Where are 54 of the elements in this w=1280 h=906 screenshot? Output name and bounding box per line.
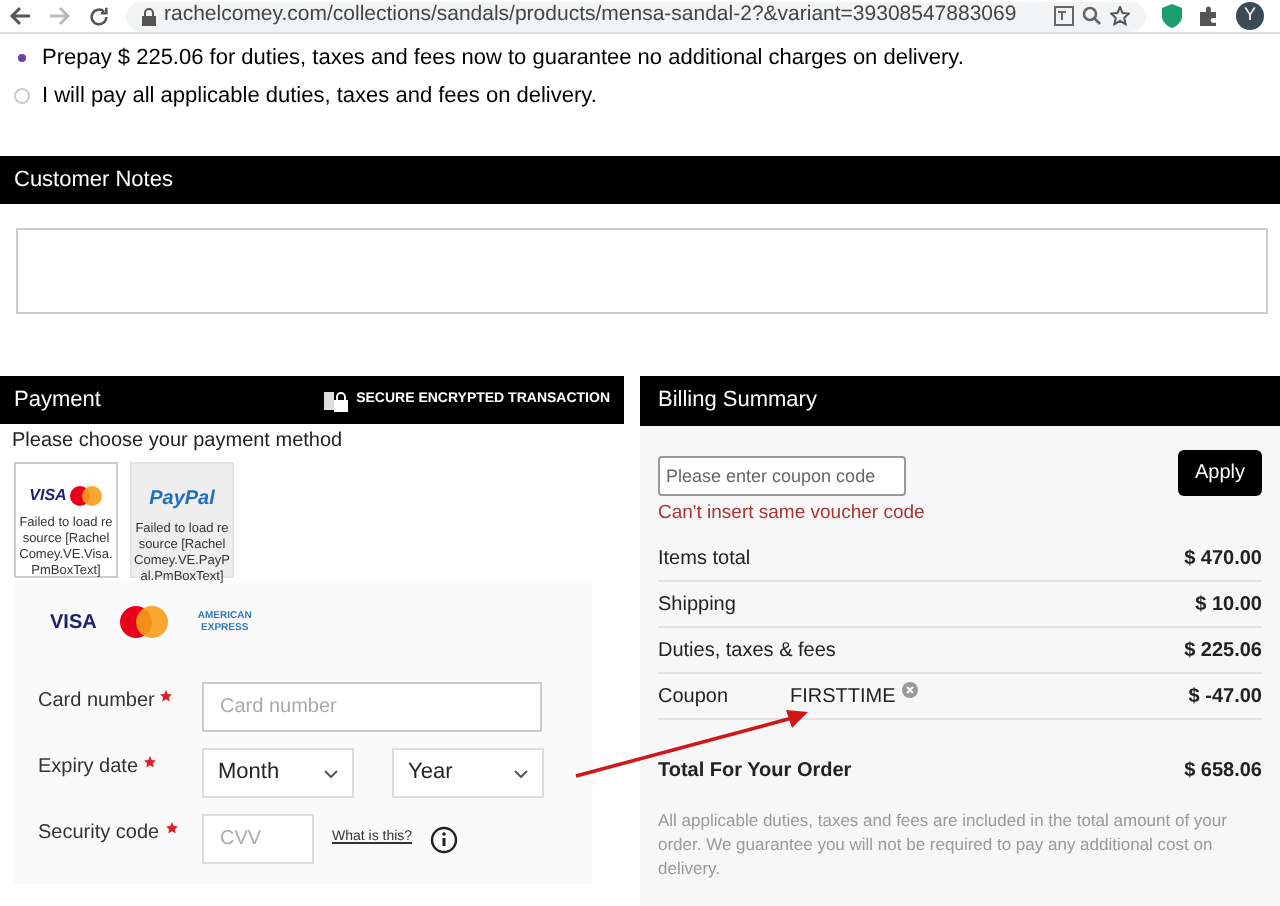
radio-label: I will pay all applicable duties, taxes and fees on delivery. [42, 81, 597, 112]
summary-label: Coupon [658, 683, 731, 712]
apply-button[interactable]: Apply [1178, 450, 1262, 496]
radio-label: Prepay $ 225.06 for duties, taxes and fees now to guarantee no additional charges on delivery. [42, 43, 964, 74]
coupon-code: FIRSTTIME [790, 683, 896, 712]
chevron-down-icon [324, 769, 338, 777]
field-label: Expiry date [38, 754, 139, 782]
coupon-field[interactable]: Please enter coupon code [658, 456, 906, 496]
summary-amount: $ 470.00 [1184, 545, 1262, 574]
puzzle-icon[interactable] [1198, 5, 1220, 27]
shield-icon[interactable] [1162, 4, 1182, 28]
address-bar[interactable]: rachelcomey.com/collections/sandals/products/mensa-sandal-2?&variant=39308547883069 [126, 1, 1146, 31]
required-icon [144, 756, 157, 768]
field-label: Security code [38, 820, 160, 848]
lock-icon [324, 389, 349, 411]
field-label: Card number [38, 688, 155, 716]
notes-field[interactable] [16, 228, 1268, 314]
payment-prompt: Please choose your payment method [10, 428, 345, 456]
lock-icon [142, 7, 156, 25]
dropdown[interactable]: Month [202, 748, 354, 798]
reload-icon[interactable] [88, 5, 110, 27]
info-icon[interactable] [430, 825, 459, 853]
cvv-field[interactable]: CVV [202, 814, 314, 864]
url-text: rachelcomey.com/collections/sandals/products/mensa-sandal-2?&variant=39308547883069 [164, 0, 1019, 31]
chevron-down-icon [514, 769, 528, 777]
section-title: Payment [14, 385, 101, 416]
required-icon [160, 690, 173, 702]
radio-button[interactable] [14, 50, 30, 66]
summary-amount: $ -47.00 [1188, 683, 1262, 712]
zoom-icon[interactable] [1082, 6, 1102, 26]
total-label: Total For Your Order [658, 757, 852, 786]
error-message: Can't insert same voucher code [658, 500, 925, 528]
mastercard-logo [70, 486, 103, 506]
summary-label: Shipping [658, 591, 738, 620]
section-header: Customer Notes [0, 156, 1280, 204]
remove-icon[interactable] [901, 682, 918, 699]
visa-logo: VISA [50, 609, 97, 637]
summary-label: Duties, taxes & fees [658, 637, 836, 666]
required-icon [165, 822, 178, 834]
summary-label: Items total [658, 545, 753, 574]
radio-button[interactable] [14, 88, 30, 104]
visa-logo: VISA [29, 484, 67, 508]
paypal-logo: PayPal [149, 486, 215, 514]
card-number-field[interactable]: Card number [202, 682, 542, 732]
summary-amount: $ 225.06 [1184, 637, 1262, 666]
section-header: Billing Summary [640, 376, 1280, 426]
duties-note: All applicable duties, taxes and fees are included in the total amount of your order. We guarantee you will not be required to pay any additional cost on delivery. [658, 808, 1229, 881]
dropdown[interactable]: Year [392, 748, 544, 798]
star-icon[interactable] [1110, 6, 1130, 26]
mastercard-logo [120, 606, 169, 638]
total-amount: $ 658.06 [1184, 757, 1262, 786]
summary-amount: $ 10.00 [1195, 591, 1262, 620]
back-icon[interactable] [8, 6, 32, 26]
profile-avatar[interactable]: Y [1236, 2, 1264, 30]
